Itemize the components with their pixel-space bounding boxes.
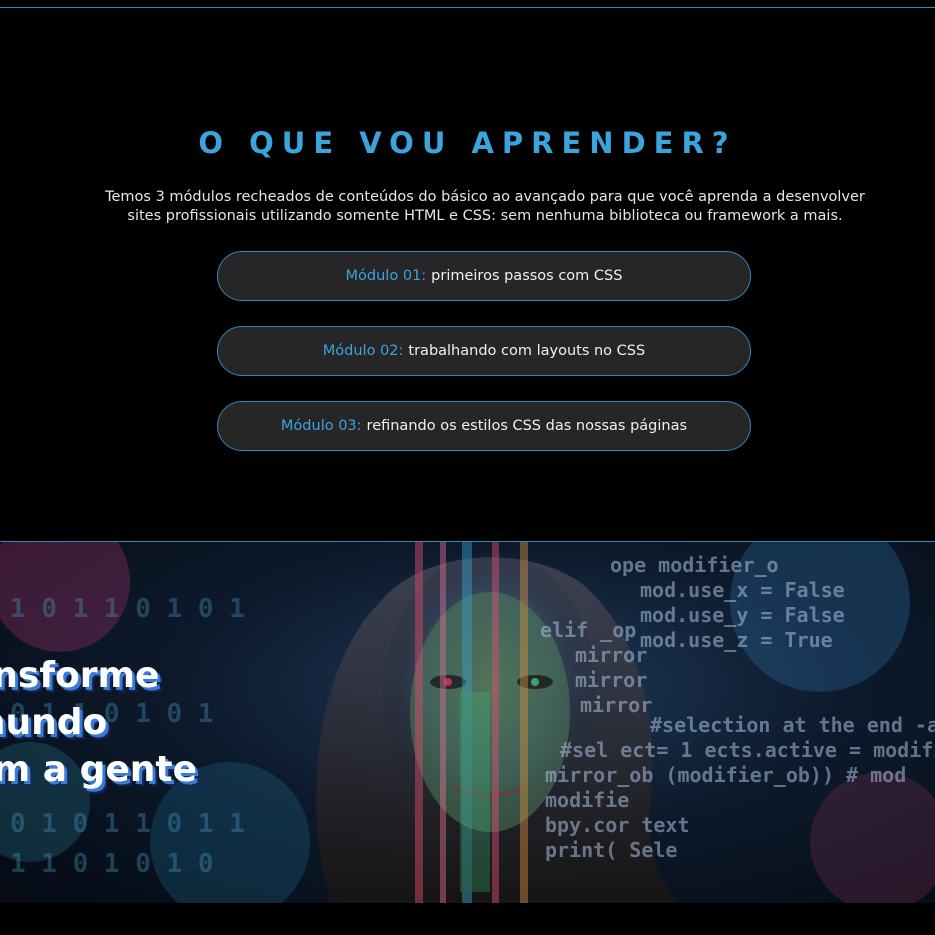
svg-text:mirror: mirror xyxy=(575,668,647,692)
svg-text:1 1 0 1 0 1 0: 1 1 0 1 0 1 0 xyxy=(10,849,214,879)
module-02-button[interactable]: Módulo 02: trabalhando com layouts no CS… xyxy=(217,326,751,376)
top-divider xyxy=(0,0,935,8)
svg-text:mod.use_x = False: mod.use_x = False xyxy=(640,578,845,602)
svg-text:print( Sele: print( Sele xyxy=(545,838,677,862)
svg-text:modifie: modifie xyxy=(545,788,629,812)
banner-line: om a gente xyxy=(0,749,198,790)
svg-text:ope modifier_o: ope modifier_o xyxy=(610,553,779,577)
svg-text:mod.use_y = False: mod.use_y = False xyxy=(640,603,845,627)
svg-text:1 0 1 1 0 1 0 1: 1 0 1 1 0 1 0 1 xyxy=(10,594,245,624)
bottom-strip xyxy=(0,903,935,935)
module-01-button[interactable]: Módulo 01: primeiros passos com CSS xyxy=(217,251,751,301)
banner-line: mundo xyxy=(0,702,108,743)
svg-text:mirror: mirror xyxy=(580,693,652,717)
svg-text:0 1 0 1 1 0 1 1: 0 1 0 1 1 0 1 1 xyxy=(10,809,245,839)
banner-line: ansforme xyxy=(0,655,160,696)
hero-banner: 1 0 1 1 0 1 0 1 0 1 1 0 1 0 1 0 1 0 1 1 … xyxy=(0,541,935,904)
svg-text:mod.use_z = True: mod.use_z = True xyxy=(640,628,833,652)
module-title: primeiros passos com CSS xyxy=(431,268,623,284)
section-title: O QUE VOU APRENDER? xyxy=(198,126,737,160)
module-03-button[interactable]: Módulo 03: refinando os estilos CSS das … xyxy=(217,401,751,451)
module-label: Módulo 02: xyxy=(322,343,404,359)
section-description: Temos 3 módulos recheados de conteúdos d… xyxy=(105,189,865,224)
svg-text:#selection at the end -add bac: #selection at the end -add back the xyxy=(650,713,935,737)
module-label: Módulo 01: xyxy=(345,268,427,284)
svg-text:elif _op: elif _op xyxy=(540,618,636,642)
svg-text:mirror_ob (modifier_ob)) # m: mirror_ob (modifier_ob)) # mod xyxy=(545,763,906,787)
module-title: trabalhando com layouts no CSS xyxy=(408,343,646,359)
banner-headline: ansforme mundo om a gente xyxy=(0,652,197,793)
page: O QUE VOU APRENDER? Temos 3 módulos rech… xyxy=(0,0,935,935)
module-label: Módulo 03: xyxy=(280,418,362,434)
svg-text:bpy.cor text: bpy.cor text xyxy=(545,813,690,837)
svg-text:mirror: mirror xyxy=(575,643,647,667)
svg-text:#sel ect= 1 ects.active = mod: #sel ect= 1 ects.active = modifie xyxy=(560,738,935,762)
module-title: refinando os estilos CSS das nossas pági… xyxy=(366,418,688,434)
